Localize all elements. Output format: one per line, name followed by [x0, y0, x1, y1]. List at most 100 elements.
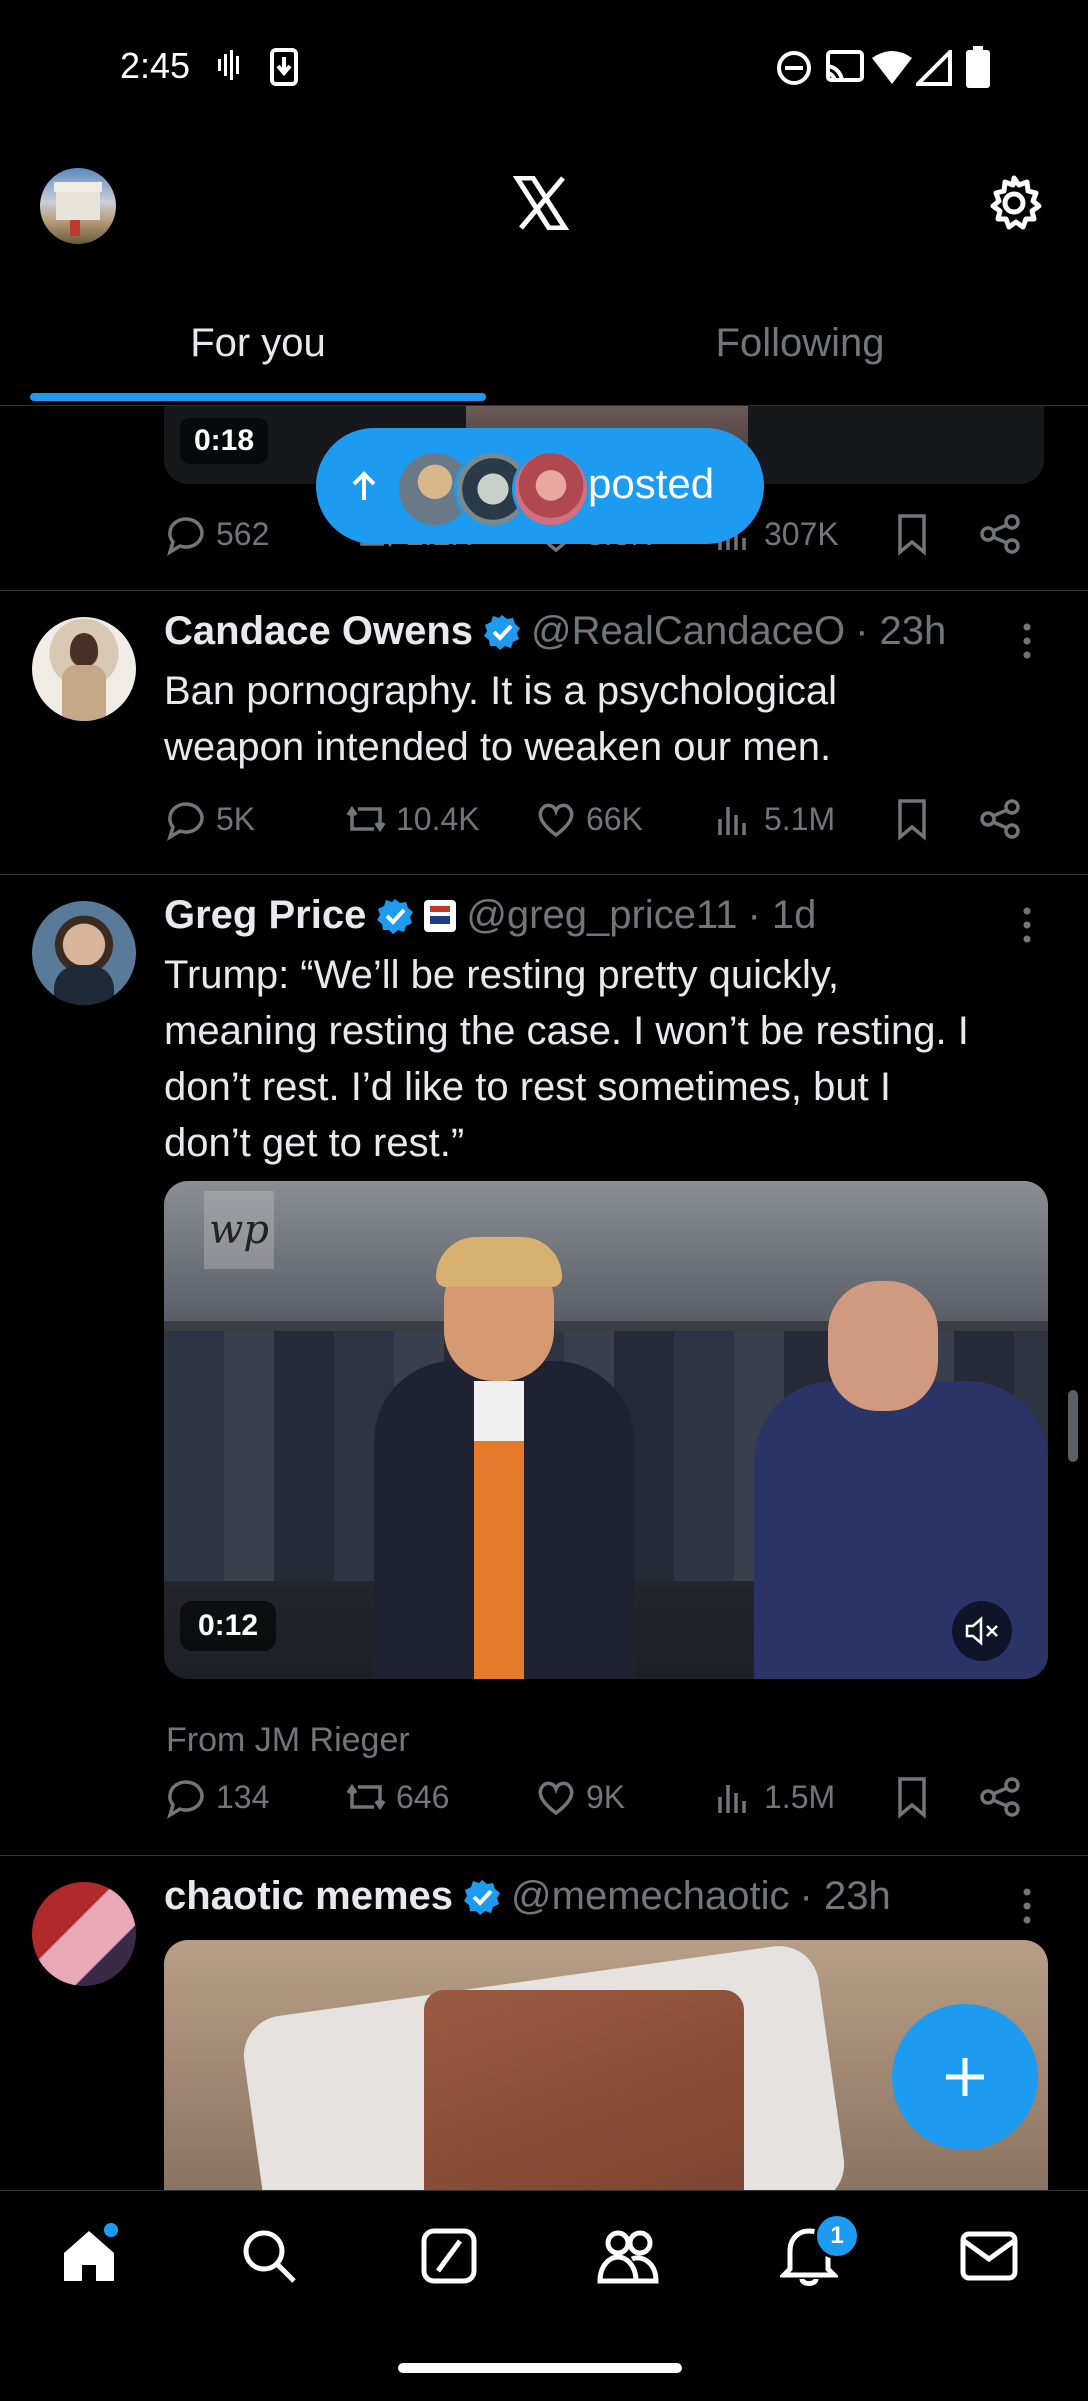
- tweet-actions: 5K 10.4K 66K 5.1M: [164, 797, 1064, 847]
- tab-for-you[interactable]: For you: [0, 280, 516, 406]
- messages-icon[interactable]: [960, 2231, 1018, 2281]
- tweet-actions: 134 646 9K 1.5M: [164, 1775, 1064, 1825]
- views-icon: [718, 807, 746, 835]
- more-options-icon[interactable]: [1016, 1886, 1038, 1926]
- tweet-time: · 1d: [747, 893, 817, 937]
- tweet-text-line: weapon intended to weaken our men.: [164, 725, 832, 769]
- cast-icon: [825, 50, 864, 83]
- plus-icon: [946, 2058, 984, 2096]
- bookmark-icon[interactable]: [890, 1775, 934, 1819]
- tweet-text-line: meaning resting the case. I won’t be res…: [164, 1009, 969, 1053]
- greg-avatar[interactable]: [32, 901, 136, 1005]
- views-button[interactable]: 1.5M: [712, 1775, 835, 1819]
- like-button[interactable]: 66K: [534, 797, 643, 841]
- vibrate-icon: [218, 50, 239, 80]
- reply-count: 5K: [216, 800, 256, 837]
- author-handle[interactable]: @memechaotic: [511, 1874, 789, 1919]
- muted-speaker-icon: [965, 1616, 998, 1646]
- more-options-icon[interactable]: [1016, 621, 1038, 661]
- status-time: 2:45: [120, 45, 191, 86]
- pill-avatar-3: [512, 450, 590, 528]
- author-name[interactable]: Candace Owens: [164, 609, 473, 654]
- share-icon[interactable]: [978, 1775, 1022, 1819]
- image-brownie: [424, 1990, 744, 2190]
- views-button[interactable]: 5.1M: [712, 797, 835, 841]
- verified-badge-icon: [377, 898, 414, 934]
- reply-icon: [167, 1780, 204, 1819]
- compose-button[interactable]: [892, 2004, 1038, 2150]
- tweet-time: · 23h: [799, 1874, 891, 1918]
- scrollbar-thumb[interactable]: [1068, 1390, 1078, 1462]
- like-count: 9K: [586, 1778, 626, 1815]
- reply-button[interactable]: 5K: [164, 797, 255, 841]
- like-count: 66K: [586, 800, 643, 837]
- affiliation-badge-icon: [424, 899, 457, 932]
- reply-count: 562: [216, 515, 270, 552]
- tweet-text-line: Ban pornography. It is a psychological: [164, 669, 837, 713]
- new-posts-pill[interactable]: posted: [316, 428, 764, 544]
- tweet-text-line: don’t get to rest.”: [164, 1121, 465, 1165]
- repost-count: 10.4K: [396, 800, 480, 837]
- tab-following[interactable]: Following: [540, 280, 1060, 406]
- views-count: 5.1M: [764, 800, 836, 837]
- video-tie: [474, 1381, 524, 1679]
- share-icon[interactable]: [978, 512, 1022, 556]
- repost-icon: [346, 805, 386, 833]
- video-duration: 0:18: [180, 418, 269, 464]
- profile-avatar[interactable]: [40, 168, 116, 244]
- verified-badge-icon: [484, 614, 521, 650]
- bottom-nav: 1: [0, 2190, 1088, 2401]
- tweet-video[interactable]: wp 0:12: [164, 1181, 1048, 1679]
- battery-icon: [966, 46, 990, 88]
- tweet-header: Candace Owens @RealCandaceO · 23h: [164, 609, 946, 654]
- tweet-text-line: Trump: “We’ll be resting pretty quickly,: [164, 953, 840, 997]
- cellular-icon: [916, 50, 952, 86]
- gesture-handle[interactable]: [398, 2363, 682, 2373]
- search-icon[interactable]: [240, 2227, 298, 2285]
- do-not-disturb-icon: [777, 51, 811, 85]
- repost-count: 646: [396, 1778, 450, 1815]
- repost-icon: [346, 1783, 386, 1811]
- tweet-text: Trump: “We’ll be resting pretty quickly,…: [164, 947, 1044, 1171]
- x-logo-icon[interactable]: [513, 176, 569, 230]
- chaotic-memes-avatar[interactable]: [32, 1882, 136, 1986]
- tweet-greg[interactable]: Greg Price @greg_price11 · 1d Trump: “We…: [0, 875, 1088, 1855]
- video-face-right: [828, 1281, 938, 1411]
- views-count: 307K: [764, 515, 839, 552]
- candace-avatar[interactable]: [32, 617, 136, 721]
- notification-count-badge: 1: [814, 2213, 860, 2259]
- tweet-candace[interactable]: Candace Owens @RealCandaceO · 23h Ban po…: [0, 591, 1088, 873]
- reply-button[interactable]: 562: [164, 512, 269, 556]
- communities-icon[interactable]: [596, 2225, 660, 2287]
- bookmark-icon[interactable]: [890, 797, 934, 841]
- watermark-logo: wp: [204, 1191, 274, 1269]
- author-handle[interactable]: @greg_price11: [466, 893, 737, 938]
- author-handle[interactable]: @RealCandaceO: [531, 609, 845, 654]
- video-source[interactable]: From JM Rieger: [166, 1721, 410, 1760]
- grok-icon[interactable]: [420, 2227, 478, 2285]
- more-options-icon[interactable]: [1016, 905, 1038, 945]
- download-icon: [270, 48, 298, 86]
- settings-gear-icon[interactable]: [985, 174, 1043, 232]
- views-icon: [718, 1785, 746, 1813]
- repost-button[interactable]: 10.4K: [344, 797, 480, 841]
- tweet-text-line: don’t rest. I’d like to rest sometimes, …: [164, 1065, 891, 1109]
- tweet-header: Greg Price @greg_price11 · 1d: [164, 893, 816, 938]
- heart-icon: [538, 803, 574, 838]
- video-duration: 0:12: [180, 1601, 277, 1651]
- share-icon[interactable]: [978, 797, 1022, 841]
- bookmark-icon[interactable]: [890, 512, 934, 556]
- like-button[interactable]: 9K: [534, 1775, 625, 1819]
- wifi-icon: [872, 51, 912, 84]
- author-name[interactable]: Greg Price: [164, 893, 366, 938]
- mute-button[interactable]: [952, 1601, 1012, 1661]
- arrow-up-icon: [352, 471, 376, 500]
- status-bar: 2:45: [0, 0, 1088, 130]
- reply-button[interactable]: 134: [164, 1775, 269, 1819]
- tab-active-indicator: [30, 393, 486, 401]
- heart-icon: [538, 1781, 574, 1816]
- author-name[interactable]: chaotic memes: [164, 1874, 453, 1919]
- repost-button[interactable]: 646: [344, 1775, 449, 1819]
- video-hair-center: [436, 1237, 562, 1287]
- reply-count: 134: [216, 1778, 270, 1815]
